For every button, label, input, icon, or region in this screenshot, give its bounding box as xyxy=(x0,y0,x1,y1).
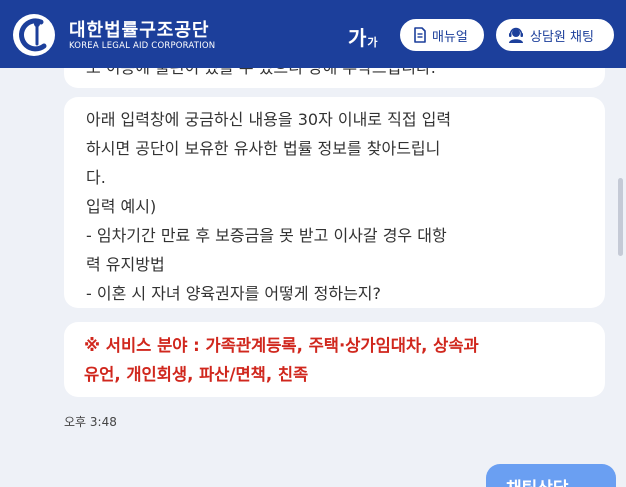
chat-bubble-service-areas: ※ 서비스 분야 : 가족관계등록, 주택·상가임대차, 상속과 유언, 개인회… xyxy=(64,322,605,397)
chat-consult-button[interactable]: 채팅상담 xyxy=(486,464,616,487)
service-areas-line: 유언, 개인회생, 파산/면책, 친족 xyxy=(84,365,309,384)
manual-button[interactable]: 매뉴얼 xyxy=(400,19,484,51)
headset-icon xyxy=(509,27,523,43)
chat-bubble-previous: 도 이용에 불편이 있을 수 있으니 양해 부탁드립니다. xyxy=(64,68,605,88)
counselor-chat-label: 상담원 채팅 xyxy=(530,29,594,45)
font-size-large-glyph: 가 xyxy=(348,26,367,50)
chat-area[interactable]: 도 이용에 불편이 있을 수 있으니 양해 부탁드립니다. 아래 입력창에 궁금… xyxy=(0,68,626,487)
font-size-button[interactable]: 가 가 xyxy=(348,18,378,52)
guide-line: 입력 예시) xyxy=(86,197,157,216)
guide-line: - 이혼 시 자녀 양육권자를 어떻게 정하는지? xyxy=(86,284,382,303)
guide-line: 하시면 공단이 보유한 유사한 법률 정보를 찾아드립니 xyxy=(86,139,441,158)
font-size-small-glyph: 가 xyxy=(367,36,378,49)
guide-line: 아래 입력창에 궁금하신 내용을 30자 이내로 직접 입력 xyxy=(86,110,452,129)
guide-line: 력 유지방법 xyxy=(86,255,165,274)
guide-line: 다. xyxy=(86,168,106,187)
message-timestamp: 오후 3:48 xyxy=(64,415,117,429)
app-header: 대한법률구조공단 KOREA LEGAL AID CORPORATION 가 가… xyxy=(0,0,626,68)
chat-bubble-guide: 아래 입력창에 궁금하신 내용을 30자 이내로 직접 입력 하시면 공단이 보… xyxy=(64,97,605,308)
org-name-english: KOREA LEGAL AID CORPORATION xyxy=(69,41,216,51)
guide-line: - 임차기간 만료 후 보증금을 못 받고 이사갈 경우 대항 xyxy=(86,226,447,245)
manual-button-label: 매뉴얼 xyxy=(432,29,468,45)
klac-logo-icon xyxy=(13,14,55,56)
scrollbar-thumb[interactable] xyxy=(618,178,623,256)
org-name-korean: 대한법률구조공단 xyxy=(69,20,210,41)
chat-bubble-previous-text: 도 이용에 불편이 있을 수 있으니 양해 부탁드립니다. xyxy=(86,68,436,78)
counselor-chat-button[interactable]: 상담원 채팅 xyxy=(496,19,614,51)
service-areas-line: ※ 서비스 분야 : 가족관계등록, 주택·상가임대차, 상속과 xyxy=(84,336,479,355)
document-icon xyxy=(414,27,426,43)
